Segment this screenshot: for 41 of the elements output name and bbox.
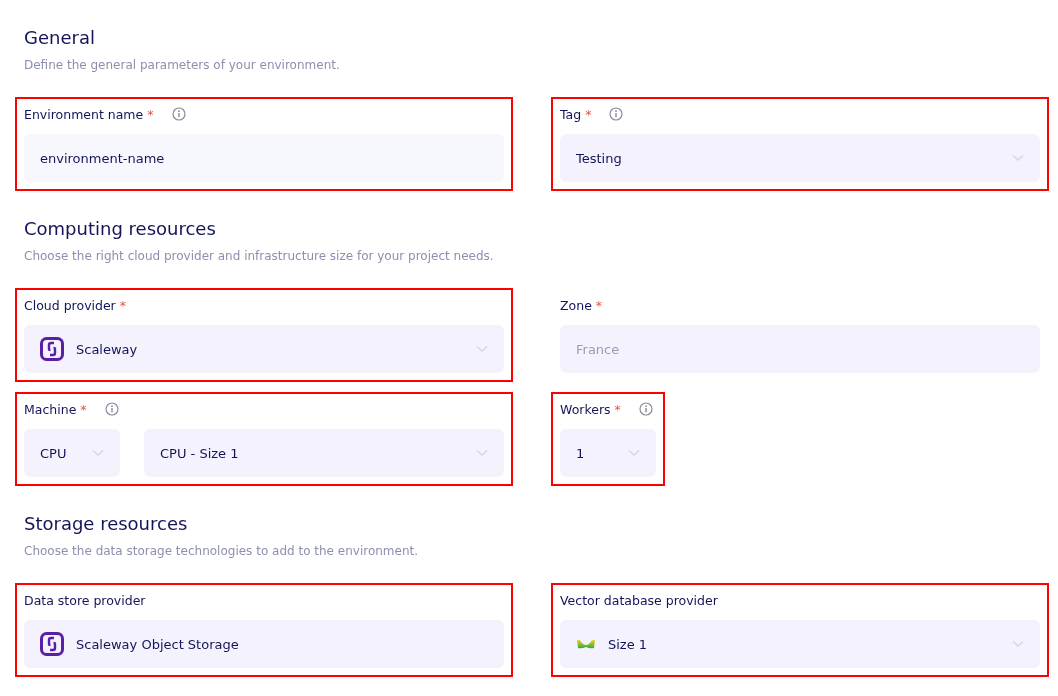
dropdown[interactable]: 1 <box>560 429 656 477</box>
field-label: Data store provider <box>24 592 146 608</box>
dropdown[interactable]: Testing <box>560 134 1040 182</box>
field-label: Machine <box>24 401 77 417</box>
chevron-down-icon <box>476 449 488 457</box>
chevron-down-icon <box>628 449 640 457</box>
required-mark: * <box>119 297 126 313</box>
section-title: General <box>24 26 96 50</box>
logo-icon <box>40 632 64 656</box>
field-label: Environment name <box>24 106 144 122</box>
text-input[interactable]: environment-name <box>24 134 504 182</box>
required-mark: * <box>80 401 87 417</box>
field-label: Tag <box>560 106 582 122</box>
info-icon[interactable] <box>638 402 653 416</box>
section-description: Choose the right cloud provider and infrastructure size for your project needs. <box>24 248 495 265</box>
required-mark: * <box>595 297 603 313</box>
logo-icon <box>40 337 64 361</box>
section-description: Define the general parameters of your environment. <box>24 57 341 74</box>
chevron-down-icon <box>1012 640 1024 648</box>
chevron-down-icon <box>92 449 104 457</box>
info-icon[interactable] <box>609 107 624 121</box>
dropdown[interactable]: CPU <box>24 429 120 477</box>
dropdown[interactable]: Scaleway Object Storage <box>24 620 504 668</box>
field-label: Workers <box>560 401 611 417</box>
logo-icon <box>576 638 596 650</box>
info-icon[interactable] <box>171 107 186 121</box>
field-label: Zone <box>560 297 592 313</box>
required-mark: * <box>585 106 592 122</box>
chevron-down-icon <box>1012 154 1024 162</box>
field-label: Cloud provider <box>24 297 116 313</box>
dropdown[interactable]: Size 1 <box>560 620 1040 668</box>
section-title: Storage resources <box>24 512 189 536</box>
required-mark: * <box>147 106 154 122</box>
dropdown[interactable]: CPU - Size 1 <box>144 429 504 477</box>
section-title: Computing resources <box>24 217 217 241</box>
required-mark: * <box>614 401 621 417</box>
info-icon[interactable] <box>104 402 119 416</box>
chevron-down-icon <box>476 345 488 353</box>
field-label: Vector database provider <box>560 592 718 608</box>
section-description: Choose the data storage technologies to add to the environment. <box>24 543 420 560</box>
dropdown[interactable]: Scaleway <box>24 325 504 373</box>
